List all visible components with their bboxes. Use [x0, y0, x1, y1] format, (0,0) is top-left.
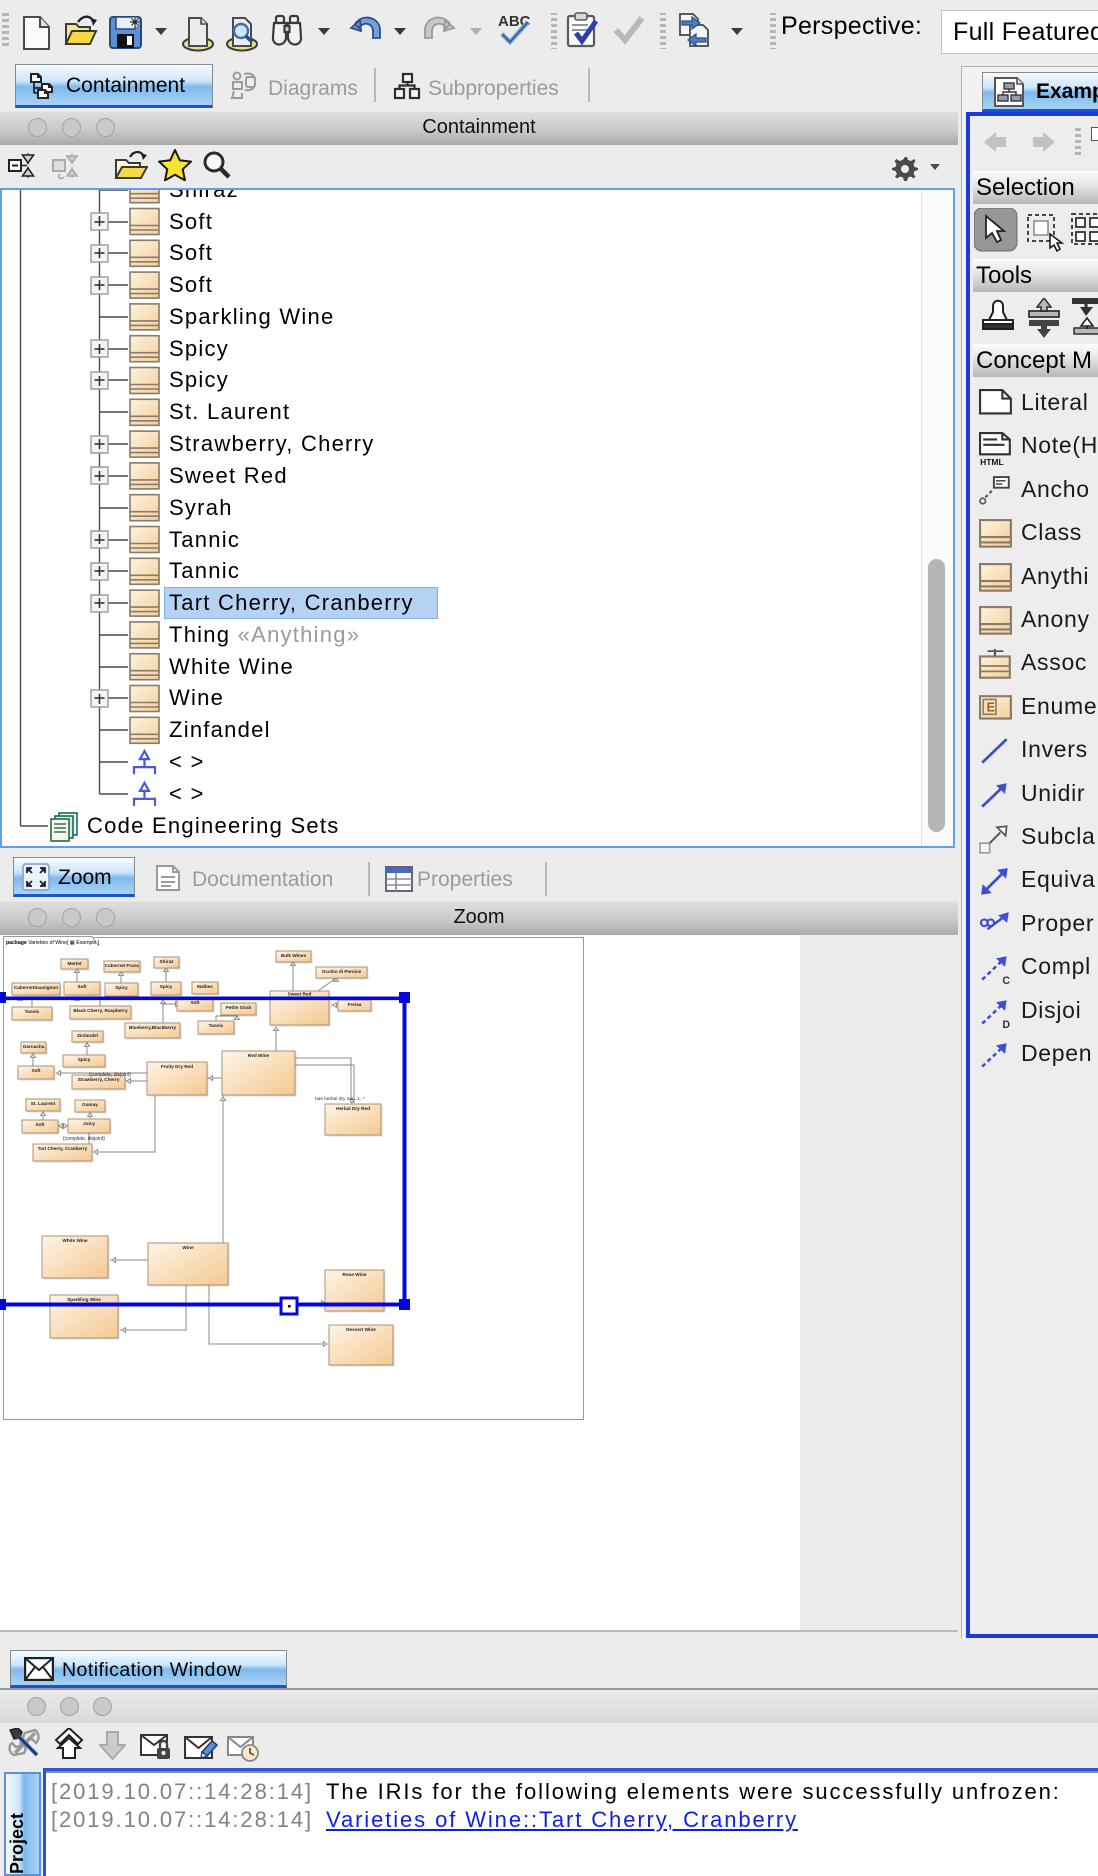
- svg-text:Zinfandel: Zinfandel: [77, 1033, 98, 1038]
- svg-text:package Varieties of Wine[ ▦ E: package Varieties of Wine[ ▦ Example ]: [6, 940, 100, 946]
- svg-text:Dessert Wine: Dessert Wine: [346, 1327, 376, 1332]
- svg-text:Cabernet Franc: Cabernet Franc: [105, 963, 140, 968]
- svg-text:Wine: Wine: [182, 1245, 194, 1250]
- svg-text:Merlot: Merlot: [67, 961, 82, 966]
- svg-text:Sparkling Wine: Sparkling Wine: [67, 1297, 101, 1302]
- svg-text:D: D: [1002, 1019, 1010, 1030]
- svg-text:Tannic: Tannic: [25, 1009, 40, 1014]
- svg-text:Spicy: Spicy: [115, 985, 128, 990]
- svg-text:CabernetSauvignon: CabernetSauvignon: [14, 985, 58, 990]
- svg-text:E: E: [986, 700, 995, 715]
- svg-text:Petite Sirah: Petite Sirah: [226, 1005, 252, 1010]
- svg-text:Occhio di Pernice: Occhio di Pernice: [322, 969, 362, 974]
- svg-text:Freisa: Freisa: [348, 1002, 362, 1007]
- svg-text:Rose Wine: Rose Wine: [343, 1272, 367, 1277]
- svg-text:Soft: Soft: [35, 1122, 45, 1127]
- svg-text:Tannic: Tannic: [209, 1023, 224, 1028]
- svg-text:Juicy: Juicy: [83, 1121, 95, 1126]
- svg-text:{complete, disjoint}: {complete, disjoint}: [63, 1136, 105, 1142]
- svg-text:St. Laurent: St. Laurent: [31, 1101, 56, 1106]
- svg-text:Soft: Soft: [31, 1068, 41, 1073]
- svg-text:Sweet Red: Sweet Red: [288, 991, 312, 996]
- svg-text:Fruity Dry Red: Fruity Dry Red: [161, 1064, 193, 1069]
- svg-text:Garnacha: Garnacha: [23, 1044, 45, 1049]
- svg-text:Red Wine: Red Wine: [248, 1053, 270, 1058]
- svg-text:Spicy: Spicy: [160, 984, 173, 989]
- svg-text:Spicy: Spicy: [78, 1057, 91, 1062]
- svg-text:Malbec: Malbec: [197, 984, 213, 989]
- svg-text:C: C: [1002, 975, 1010, 986]
- svg-text:has herbal dry ma...1..*: has herbal dry ma...1..*: [315, 1096, 365, 1102]
- svg-text:Soft: Soft: [190, 1000, 200, 1005]
- svg-text:Blueberry,Blackberry: Blueberry,Blackberry: [129, 1025, 176, 1030]
- svg-text:Black Cherry, Raspberry: Black Cherry, Raspberry: [73, 1008, 128, 1013]
- svg-text:{complete, disjoint}: {complete, disjoint}: [89, 1072, 131, 1078]
- svg-text:Tart Cherry, Cranberry: Tart Cherry, Cranberry: [38, 1146, 88, 1151]
- svg-text:Soft: Soft: [77, 984, 87, 989]
- svg-text:Herbal Dry Red: Herbal Dry Red: [336, 1106, 370, 1111]
- svg-text:Shiraz: Shiraz: [159, 959, 174, 964]
- svg-text:Bulk Wines: Bulk Wines: [281, 953, 307, 958]
- svg-text:White Wine: White Wine: [62, 1238, 88, 1243]
- svg-text:HTML: HTML: [980, 457, 1004, 465]
- svg-text:Gamay: Gamay: [82, 1102, 98, 1107]
